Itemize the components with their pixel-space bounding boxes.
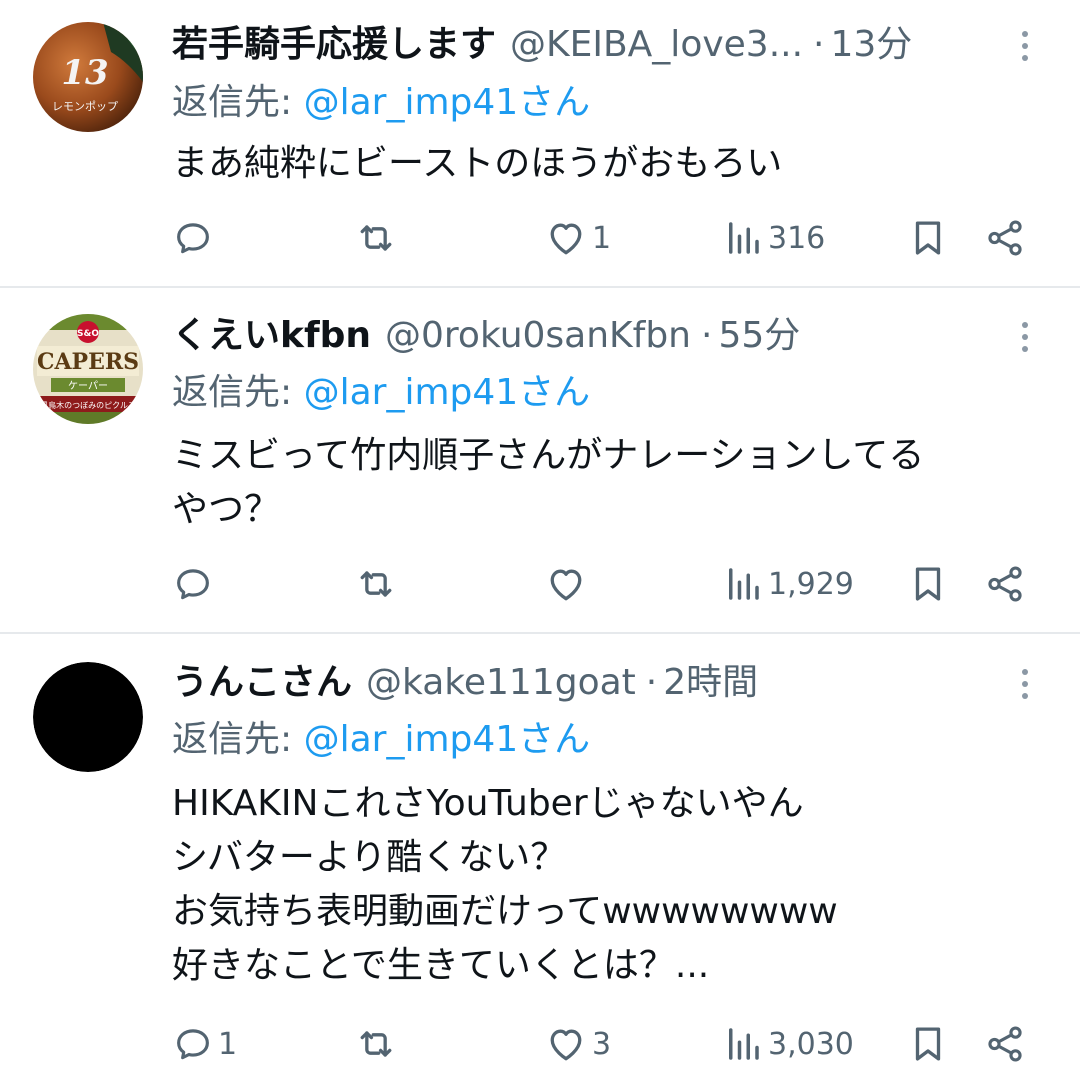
view-count: 316 — [768, 220, 826, 256]
like-icon — [550, 1029, 582, 1061]
display-name[interactable]: 若手騎手応援します — [172, 17, 496, 73]
reply-count: 1 — [218, 1026, 238, 1062]
reply-button[interactable] — [172, 554, 218, 614]
avatar[interactable] — [33, 662, 143, 772]
display-name[interactable]: くえいkfbn — [172, 308, 371, 364]
bookmark-icon — [915, 1027, 941, 1061]
like-button[interactable]: 1 — [544, 208, 611, 268]
reply-target-link[interactable]: @lar_imp41さん — [304, 372, 591, 413]
capers-jar-avatar: S&O CAPERS ケーパー 風鳥木のつぼみのピクルス — [33, 314, 143, 424]
views-icon — [729, 1028, 759, 1060]
tweet-header: 若手騎手応援します @KEIBA_love3... · 13分 — [172, 17, 1000, 73]
separator-dot: · — [813, 24, 825, 65]
share-button[interactable] — [984, 554, 1026, 614]
like-count: 1 — [592, 220, 612, 256]
tweet-text: HIKAKINこれさYouTuberじゃないやん シバターより酷くない？ お気持… — [172, 783, 838, 986]
display-name[interactable]: うんこさん — [172, 655, 352, 711]
reply-label: 返信先: — [172, 372, 304, 413]
reply-label: 返信先: — [172, 82, 304, 123]
timestamp[interactable]: 55分 — [718, 308, 800, 364]
share-button[interactable] — [984, 208, 1026, 268]
views-icon — [729, 222, 759, 254]
bookmark-button[interactable] — [907, 1014, 949, 1074]
like-icon — [550, 569, 582, 601]
reply-label: 返信先: — [172, 719, 304, 760]
reply-context: 返信先: @lar_imp41さん — [172, 78, 590, 128]
like-button[interactable] — [544, 554, 592, 614]
bookmark-icon — [915, 221, 941, 255]
reply-button[interactable] — [172, 208, 218, 268]
timestamp[interactable]: 13分 — [830, 17, 912, 73]
jockey-helmet-avatar: 13 レモンポップ — [33, 22, 143, 132]
tweet-text: まあ純粋にビーストのほうがおもろい — [172, 143, 783, 184]
more-icon[interactable] — [1010, 659, 1040, 709]
avatar-label: レモンポップ — [52, 100, 118, 113]
view-count: 1,929 — [768, 566, 854, 602]
share-icon — [988, 220, 1022, 256]
user-handle[interactable]: @0roku0sanKfbn — [385, 308, 691, 364]
tweet[interactable]: S&O CAPERS ケーパー 風鳥木のつぼみのピクルス くえいkfbn @0r… — [0, 288, 1080, 634]
tweet-text: ミスビって竹内順子さんがナレーションしてる やつ？ — [172, 435, 925, 530]
like-button[interactable]: 3 — [544, 1014, 611, 1074]
tweet[interactable]: 13 レモンポップ 若手騎手応援します @KEIBA_love3... · 13… — [0, 0, 1080, 288]
share-icon — [988, 566, 1022, 602]
reply-icon — [177, 223, 209, 254]
avatar-sub-label: ケーパー — [68, 380, 108, 392]
retweet-button[interactable] — [354, 1014, 402, 1074]
reply-target-link[interactable]: @lar_imp41さん — [304, 719, 591, 760]
views-button[interactable]: 1,929 — [722, 554, 854, 614]
reply-icon — [177, 1029, 209, 1060]
tweet-header: くえいkfbn @0roku0sanKfbn · 55分 — [172, 308, 1000, 364]
more-icon[interactable] — [1010, 312, 1040, 362]
views-icon — [729, 568, 759, 600]
avatar[interactable]: 13 レモンポップ — [33, 22, 143, 132]
retweet-icon — [360, 225, 392, 251]
retweet-button[interactable] — [354, 554, 402, 614]
retweet-icon — [360, 571, 392, 597]
avatar-main-label: CAPERS — [37, 349, 139, 375]
bookmark-button[interactable] — [907, 554, 949, 614]
avatar[interactable]: S&O CAPERS ケーパー 風鳥木のつぼみのピクルス — [33, 314, 143, 424]
views-button[interactable]: 316 — [722, 208, 825, 268]
user-handle[interactable]: @KEIBA_love3... — [510, 17, 803, 73]
action-bar: 1 316 — [172, 208, 1042, 268]
share-button[interactable] — [984, 1014, 1026, 1074]
timestamp[interactable]: 2時間 — [663, 655, 758, 711]
view-count: 3,030 — [768, 1026, 854, 1062]
black-circle-avatar — [33, 662, 143, 772]
tweet-header: うんこさん @kake111goat · 2時間 — [172, 655, 1000, 711]
avatar-small-label: 風鳥木のつぼみのピクルス — [40, 400, 136, 410]
reply-context: 返信先: @lar_imp41さん — [172, 368, 590, 418]
action-bar: 1 3 3,030 — [172, 1014, 1042, 1074]
reply-icon — [177, 569, 209, 600]
share-icon — [988, 1026, 1022, 1062]
views-button[interactable]: 3,030 — [722, 1014, 854, 1074]
retweet-button[interactable] — [354, 208, 402, 268]
avatar-brand: S&O — [77, 329, 99, 339]
tweet[interactable]: うんこさん @kake111goat · 2時間 返信先: @lar_imp41… — [0, 634, 1080, 1090]
like-count: 3 — [592, 1026, 612, 1062]
reply-button[interactable]: 1 — [172, 1014, 237, 1074]
separator-dot: · — [645, 662, 658, 703]
user-handle[interactable]: @kake111goat — [366, 655, 636, 711]
like-icon — [550, 223, 582, 255]
timeline-feed: 13 レモンポップ 若手騎手応援します @KEIBA_love3... · 13… — [0, 0, 1080, 1090]
reply-target-link[interactable]: @lar_imp41さん — [304, 82, 591, 123]
action-bar: 1,929 — [172, 554, 1042, 614]
bookmark-icon — [915, 567, 941, 601]
avatar-number: 13 — [61, 53, 108, 93]
more-icon[interactable] — [1010, 21, 1040, 71]
separator-dot: · — [701, 315, 713, 356]
retweet-icon — [360, 1031, 392, 1057]
bookmark-button[interactable] — [907, 208, 949, 268]
reply-context: 返信先: @lar_imp41さん — [172, 715, 590, 765]
